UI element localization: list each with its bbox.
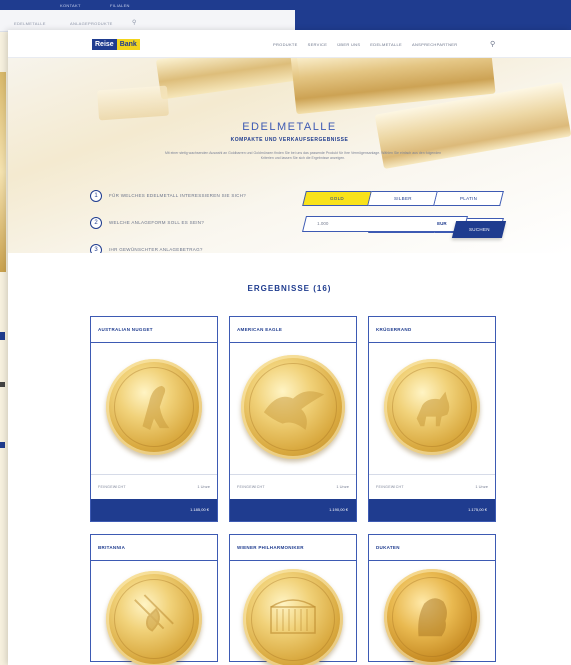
results-heading: ERGEBNISSE (16) <box>247 284 332 293</box>
amount-input[interactable]: 1.000 EUR <box>302 216 468 232</box>
product-meta: FEINGEWICHT 1 Unze <box>376 484 488 489</box>
bg-link-filialen[interactable]: FILIALEN <box>110 3 130 8</box>
nav-link-edelmetalle[interactable]: EDELMETALLE <box>370 42 402 47</box>
price-button[interactable]: 1.185,00 € <box>91 499 217 521</box>
background-page-edge <box>0 32 8 665</box>
product-image <box>230 561 356 665</box>
coin-image-dukaten <box>384 569 480 665</box>
brand-logo[interactable]: Reise Bank <box>92 39 140 50</box>
product-card[interactable]: AUSTRALIAN NUGGET FEINGEWICHT 1 Unze 1.1… <box>90 316 218 522</box>
metal-option-silber[interactable]: SILBER <box>368 191 438 206</box>
page-description: Mit einer stetig wachsenden Auswahl an G… <box>164 151 442 160</box>
step-number: 3 <box>90 244 102 253</box>
nav-link-ansprechpartner[interactable]: ANSPRECHPARTNER <box>412 42 457 47</box>
coin-image-kangaroo <box>106 359 202 455</box>
nav-links: PRODUKTE SERVICE ÜBER UNS EDELMETALLE AN… <box>273 42 457 47</box>
gold-bar-image <box>97 85 169 121</box>
product-image <box>91 561 217 665</box>
price-button[interactable]: 1.190,00 € <box>230 499 356 521</box>
product-name: BRITANNIA <box>91 535 217 561</box>
product-card[interactable]: KRÜGERRAND FEINGEWICHT 1 Unze 1.175,00 € <box>368 316 496 522</box>
step-form: 2 WELCHE ANLAGEFORM SOLL ES SEIN? <box>90 217 204 229</box>
product-name: AMERICAN EAGLE <box>230 317 356 343</box>
bg-link-kontakt[interactable]: KONTAKT <box>60 3 81 8</box>
metal-selector: GOLD SILBER PLATIN <box>302 191 504 206</box>
bg-search-icon[interactable]: ⚲ <box>132 19 137 26</box>
bg-accent <box>0 442 5 448</box>
nav-link-produkte[interactable]: PRODUKTE <box>273 42 298 47</box>
metal-option-platin[interactable]: PLATIN <box>434 191 504 206</box>
logo-part-b: Bank <box>116 39 140 50</box>
background-window-tabs: EDELMETALLE ANLAGEPRODUKTE ⚲ <box>0 10 295 32</box>
bg-accent <box>0 382 5 387</box>
coin-image-springbok <box>384 359 480 455</box>
search-icon[interactable]: ⚲ <box>490 40 495 48</box>
product-meta: FEINGEWICHT 1 Unze <box>98 484 210 489</box>
nav-link-ueber-uns[interactable]: ÜBER UNS <box>337 42 360 47</box>
coin-image-eagle <box>241 355 345 459</box>
bg-tab-edelmetalle[interactable]: EDELMETALLE <box>14 21 46 26</box>
step-label: IHR GEWÜNSCHTER ANLAGEBETRAG? <box>109 247 203 252</box>
bg-accent <box>0 332 5 340</box>
amount-value: 1.000 <box>317 221 329 226</box>
product-name: KRÜGERRAND <box>369 317 495 343</box>
step-number: 2 <box>90 217 102 229</box>
product-card[interactable]: AMERICAN EAGLE FEINGEWICHT 1 Unze 1.190,… <box>229 316 357 522</box>
nav-link-service[interactable]: SERVICE <box>308 42 328 47</box>
main-page: Reise Bank PRODUKTE SERVICE ÜBER UNS EDE… <box>8 30 571 665</box>
product-name: DUKATEN <box>369 535 495 561</box>
product-card[interactable]: WIENER PHILHARMONIKER <box>229 534 357 665</box>
step-amount: 3 IHR GEWÜNSCHTER ANLAGEBETRAG? <box>90 244 203 253</box>
product-meta: FEINGEWICHT 1 Unze <box>237 484 349 489</box>
product-name: AUSTRALIAN NUGGET <box>91 317 217 343</box>
page-title: EDELMETALLE <box>242 121 337 133</box>
gold-bar-image <box>155 58 301 100</box>
product-card[interactable]: DUKATEN <box>368 534 496 665</box>
bg-gold-image <box>0 72 6 272</box>
logo-part-a: Reise <box>92 39 117 50</box>
step-label: WELCHE ANLAGEFORM SOLL ES SEIN? <box>109 220 205 225</box>
coin-image-philharmonic <box>243 569 343 665</box>
product-image <box>91 343 217 475</box>
step-metal: 1 FÜR WELCHES EDELMETALL INTERESSIEREN S… <box>90 190 246 202</box>
step-label: FÜR WELCHES EDELMETALL INTERESSIEREN SIE… <box>109 193 247 198</box>
product-image <box>230 343 356 475</box>
top-navigation: Reise Bank PRODUKTE SERVICE ÜBER UNS EDE… <box>8 30 571 58</box>
product-image <box>369 343 495 475</box>
page-subtitle: KOMPAKTE UND VERKAUFS­ERGEBNISSE <box>230 137 349 143</box>
product-image <box>369 561 495 665</box>
bg-tab-anlageprodukte[interactable]: ANLAGEPRODUKTE <box>70 21 113 26</box>
coin-image-britannia <box>106 571 202 665</box>
price-button[interactable]: 1.175,00 € <box>369 499 495 521</box>
product-name: WIENER PHILHARMONIKER <box>230 535 356 561</box>
product-card[interactable]: BRITANNIA <box>90 534 218 665</box>
amount-unit: EUR <box>437 221 447 226</box>
step-number: 1 <box>90 190 102 202</box>
search-button[interactable]: SUCHEN <box>451 221 507 238</box>
metal-option-gold[interactable]: GOLD <box>302 191 372 206</box>
